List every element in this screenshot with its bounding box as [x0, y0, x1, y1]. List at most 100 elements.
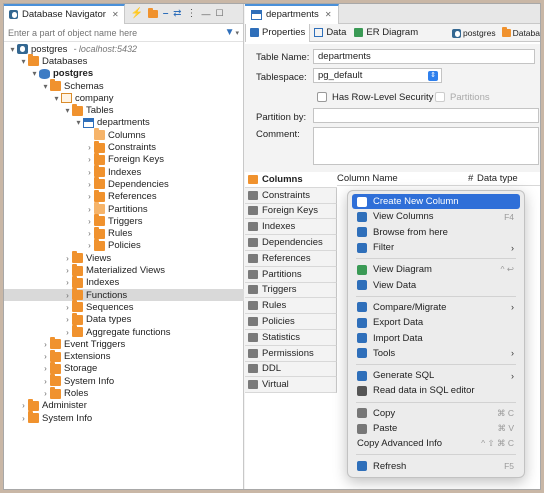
chevron-right-icon[interactable]: ›: [85, 143, 94, 152]
chevron-right-icon[interactable]: ›: [41, 340, 50, 349]
tree-item[interactable]: › System Info: [4, 374, 244, 387]
menu-item-generate-sql[interactable]: Generate SQL ›: [352, 368, 520, 383]
close-icon[interactable]: ✕: [112, 10, 119, 19]
chevron-right-icon[interactable]: ›: [63, 266, 72, 275]
chevron-right-icon[interactable]: ›: [85, 180, 94, 189]
chevron-down-icon[interactable]: ▾: [63, 106, 72, 115]
menu-item-view-data[interactable]: View Data: [352, 277, 520, 292]
side-tab-statistics[interactable]: Statistics: [245, 329, 337, 346]
chevron-down-icon[interactable]: ▾: [52, 94, 61, 103]
link-icon[interactable]: ⇄: [173, 8, 181, 19]
chevron-down-icon[interactable]: ▾: [30, 69, 39, 78]
side-tab-ddl[interactable]: DDL: [245, 361, 337, 378]
chevron-down-icon[interactable]: ▾: [41, 82, 50, 91]
collapse-icon[interactable]: ⎯: [163, 8, 168, 19]
filter-icon[interactable]: ▼: [225, 27, 235, 38]
tab-departments[interactable]: departments ✕: [245, 4, 339, 24]
tree-item[interactable]: › Rules: [4, 226, 244, 240]
maximize-icon[interactable]: ☐: [216, 8, 224, 19]
chevron-right-icon[interactable]: ›: [41, 352, 50, 361]
data-type-header[interactable]: Data type: [477, 173, 518, 184]
tree-item[interactable]: › Constraints: [4, 140, 244, 153]
menu-item-tools[interactable]: Tools ›: [352, 346, 520, 361]
tree-item[interactable]: › System Info: [4, 411, 244, 424]
column-number-header[interactable]: #: [468, 173, 473, 184]
side-tab-permissions[interactable]: Permissions: [245, 345, 337, 362]
side-tab-columns[interactable]: Columns: [245, 172, 337, 188]
menu-item-paste[interactable]: Paste ⌘ V: [352, 421, 520, 436]
chevron-right-icon[interactable]: ›: [85, 217, 94, 226]
chevron-right-icon[interactable]: ›: [19, 414, 28, 423]
chevron-right-icon[interactable]: ›: [63, 303, 72, 312]
menu-item-view-diagram[interactable]: View Diagram ^ ↩: [352, 262, 520, 277]
chevron-right-icon[interactable]: ›: [19, 401, 28, 410]
comment-field[interactable]: [313, 127, 539, 165]
tree-item[interactable]: › Extensions: [4, 349, 244, 363]
chevron-right-icon[interactable]: ›: [41, 389, 50, 398]
chevron-down-icon[interactable]: ▾: [19, 57, 28, 66]
chevron-right-icon[interactable]: ›: [85, 229, 94, 238]
row-level-security-checkbox[interactable]: [317, 92, 327, 102]
menu-item-copy-advanced-info[interactable]: Copy Advanced Info ^ ⇧ ⌘ C: [352, 436, 520, 451]
side-tab-indexes[interactable]: Indexes: [245, 219, 337, 236]
side-tab-triggers[interactable]: Triggers: [245, 282, 337, 299]
minimize-icon[interactable]: —: [202, 9, 211, 19]
tree-item[interactable]: › Roles: [4, 386, 244, 399]
tree-item[interactable]: ▾ Tables: [4, 103, 244, 117]
close-icon[interactable]: ✕: [325, 10, 332, 19]
tree-item[interactable]: › Storage: [4, 361, 244, 375]
side-tab-partitions[interactable]: Partitions: [245, 266, 337, 283]
chevron-right-icon[interactable]: ›: [85, 241, 94, 250]
tree-item[interactable]: ▾ postgres - localhost:5432: [4, 43, 244, 55]
tree-item[interactable]: Columns: [4, 128, 244, 141]
chevron-down-icon[interactable]: ▾: [8, 45, 17, 54]
menu-item-copy[interactable]: Copy ⌘ C: [352, 406, 520, 421]
menu-item-view-columns[interactable]: View Columns F4: [352, 209, 520, 224]
tree-item[interactable]: › Sequences: [4, 300, 244, 313]
new-folder-icon[interactable]: [148, 7, 159, 18]
table-name-field[interactable]: departments: [313, 49, 535, 64]
tree-item[interactable]: ▾ Databases: [4, 54, 244, 67]
chevron-right-icon[interactable]: ›: [63, 328, 72, 337]
menu-item-filter[interactable]: Filter ›: [352, 240, 520, 255]
tab-properties[interactable]: Properties: [245, 23, 311, 42]
more-icon[interactable]: ⋮: [187, 8, 197, 19]
tree-item[interactable]: › Triggers: [4, 214, 244, 227]
menu-item-refresh[interactable]: Refresh F5: [352, 458, 520, 473]
tab-data[interactable]: Data: [310, 24, 350, 42]
side-tab-constraints[interactable]: Constraints: [245, 187, 337, 204]
tab-database-navigator[interactable]: Database Navigator ✕: [4, 4, 125, 24]
side-tab-virtual[interactable]: Virtual: [245, 377, 337, 394]
tree-item[interactable]: › Foreign Keys: [4, 152, 244, 166]
tree-item[interactable]: › Views: [4, 251, 244, 264]
chevron-right-icon[interactable]: ›: [63, 315, 72, 324]
datasource-selector[interactable]: postgres: [451, 28, 496, 38]
tree-item[interactable]: › Indexes: [4, 275, 244, 289]
tree-item[interactable]: › Indexes: [4, 165, 244, 178]
tree-item[interactable]: › Materialized Views: [4, 263, 244, 276]
side-tab-policies[interactable]: Policies: [245, 314, 337, 330]
menu-item-browse-from-here[interactable]: Browse from here: [352, 225, 520, 240]
column-name-header[interactable]: Column Name: [337, 173, 398, 184]
chevron-right-icon[interactable]: ›: [85, 205, 94, 214]
tree-item[interactable]: › Aggregate functions: [4, 325, 244, 338]
tree-item[interactable]: ▾ Schemas: [4, 79, 244, 92]
chevron-right-icon[interactable]: ›: [85, 192, 94, 201]
chevron-right-icon[interactable]: ›: [63, 254, 72, 263]
database-selector[interactable]: Databa: [501, 27, 540, 38]
chevron-right-icon[interactable]: ›: [85, 155, 94, 164]
tree-item[interactable]: › References: [4, 189, 244, 203]
chevron-right-icon[interactable]: ›: [63, 291, 72, 300]
tree-item[interactable]: ▾ postgres: [4, 68, 244, 80]
side-tab-rules[interactable]: Rules: [245, 298, 337, 315]
tab-er-diagram[interactable]: ER Diagram: [350, 24, 422, 42]
tree-item[interactable]: › Administer: [4, 398, 244, 412]
tree-item[interactable]: › Functions: [4, 288, 244, 302]
tree-item[interactable]: ▾ company: [4, 92, 244, 104]
menu-item-create-new-column[interactable]: Create New Column: [352, 194, 520, 210]
chevron-right-icon[interactable]: ›: [41, 377, 50, 386]
partition-by-field[interactable]: [313, 108, 539, 123]
side-tab-dependencies[interactable]: Dependencies: [245, 235, 337, 251]
connect-icon[interactable]: ⚡: [131, 8, 143, 19]
tree-item[interactable]: ▾ departments: [4, 117, 244, 129]
